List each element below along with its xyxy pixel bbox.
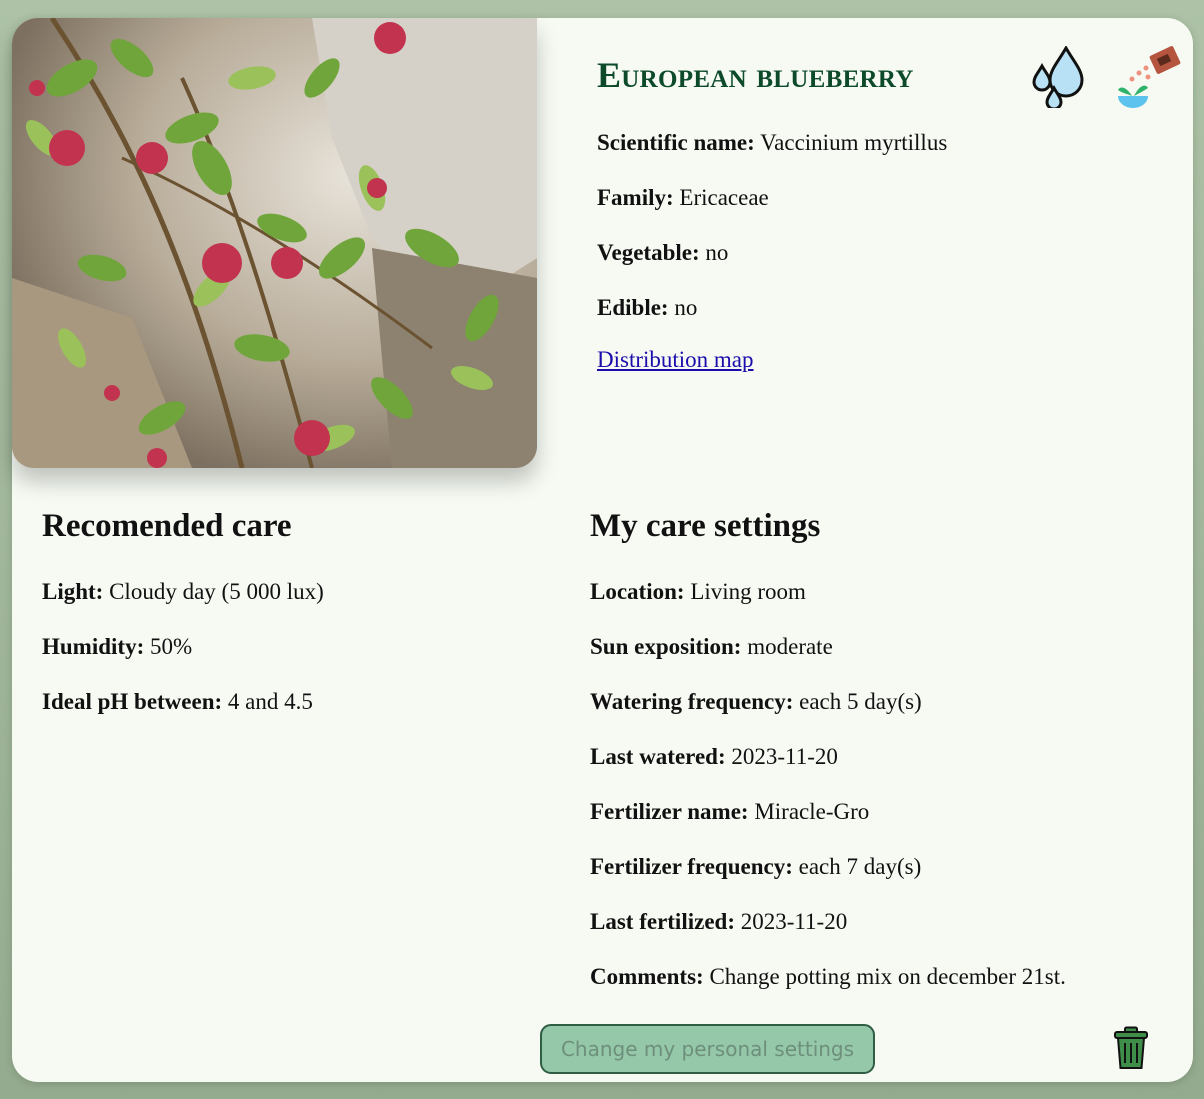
change-settings-button[interactable]: Change my personal settings	[540, 1024, 875, 1074]
plant-title: European blueberry	[597, 55, 914, 95]
recommended-care-heading: Recomended care	[42, 508, 292, 544]
humidity-field: Humidity: 50%	[42, 634, 193, 659]
fertilizer-frequency-field: Fertilizer frequency: each 7 day(s)	[590, 854, 922, 879]
family-field: Family: Ericaceae	[597, 185, 769, 210]
last-watered-field: Last watered: 2023-11-20	[590, 744, 838, 769]
light-field: Light: Cloudy day (5 000 lux)	[42, 579, 324, 604]
scientific-name-field: Scientific name: Vaccinium myrtillus	[597, 130, 948, 155]
ph-field: Ideal pH between: 4 and 4.5	[42, 689, 313, 714]
watering-frequency-field: Watering frequency: each 5 day(s)	[590, 689, 922, 714]
plant-photo	[12, 18, 537, 468]
plant-card: European blueberry Scientific name: Vacc…	[12, 18, 1193, 1082]
sun-exposition-field: Sun exposition: moderate	[590, 634, 833, 659]
fertilizer-bag-icon[interactable]	[1112, 46, 1182, 115]
water-drops-icon[interactable]	[1030, 44, 1086, 113]
last-fertilized-field: Last fertilized: 2023-11-20	[590, 909, 848, 934]
edible-field: Edible: no	[597, 295, 698, 320]
trash-icon[interactable]	[1113, 1026, 1149, 1075]
comments-field: Comments: Change potting mix on december…	[590, 964, 1066, 989]
care-settings-heading: My care settings	[590, 508, 821, 544]
vegetable-field: Vegetable: no	[597, 240, 729, 265]
location-field: Location: Living room	[590, 579, 806, 604]
fertilizer-name-field: Fertilizer name: Miracle-Gro	[590, 799, 870, 824]
distribution-map-link[interactable]: Distribution map	[597, 347, 754, 373]
